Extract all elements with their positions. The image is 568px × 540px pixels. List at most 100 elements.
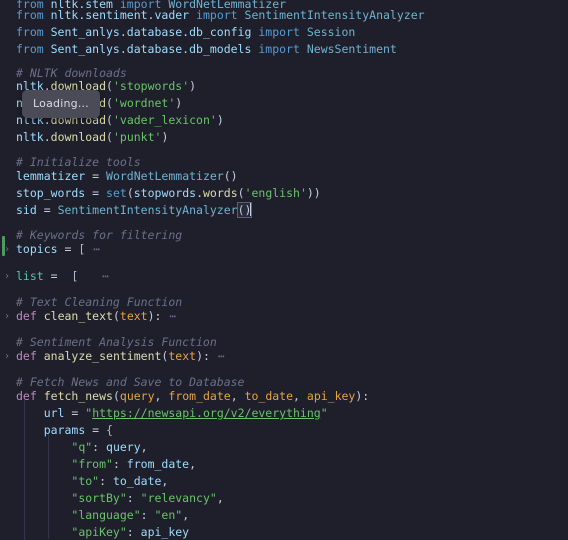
code-token: fetch_news	[43, 389, 113, 403]
code-editor[interactable]: › › › › from nltk.stem import WordNetLemmat…	[0, 0, 568, 540]
code-token: set	[106, 186, 127, 200]
fold-chevron-icon[interactable]: ›	[4, 268, 13, 285]
code-line[interactable]: params = {	[16, 422, 113, 439]
code-line[interactable]: list = [ ⋯	[16, 268, 110, 285]
fold-chevron-icon[interactable]: ›	[4, 348, 13, 365]
code-line[interactable]: lemmatizer = WordNetLemmatizer()	[16, 168, 238, 185]
code-token: nltk	[16, 130, 44, 144]
code-token: ⋯	[209, 349, 226, 363]
code-token: to_date	[112, 474, 162, 488]
code-token: clean_text	[43, 309, 113, 323]
code-token: =	[85, 423, 107, 437]
code-token: from_date	[126, 457, 190, 471]
code-token: :	[140, 508, 155, 522]
code-token: (	[237, 186, 245, 200]
code-line[interactable]: def analyze_sentiment(text): ⋯	[16, 348, 226, 365]
code-token: import	[258, 25, 300, 39]
code-token: (	[106, 79, 113, 93]
code-token: :	[99, 474, 113, 488]
code-token: "apiKey"	[71, 525, 127, 539]
code-token: ⋯	[161, 309, 178, 323]
code-token: def	[16, 309, 37, 323]
code-line[interactable]: "to": to_date,	[16, 473, 168, 490]
code-token: Sent_anlys.database.db_config	[50, 25, 252, 39]
code-token: download	[50, 130, 107, 144]
code-token: =	[64, 406, 86, 420]
code-token: "	[320, 406, 328, 420]
code-line[interactable]: "q": query,	[16, 439, 148, 456]
code-token: =	[85, 186, 107, 200]
code-token: ,	[182, 508, 190, 522]
code-token: =	[43, 269, 72, 283]
code-token: WordNetLemmatizer	[106, 169, 224, 183]
code-line[interactable]: from Sent_anlys.database.db_models impor…	[16, 41, 397, 58]
code-token: 'stopwords'	[112, 79, 190, 93]
code-token: ,	[140, 440, 148, 454]
code-token: =	[85, 169, 107, 183]
fold-chevron-icon[interactable]: ›	[4, 241, 13, 258]
code-token: "q"	[71, 440, 93, 454]
code-token: ):	[147, 309, 162, 323]
code-line[interactable]: "from": from_date,	[16, 456, 196, 473]
code-token: 'vader_lexicon'	[112, 113, 217, 127]
code-token: "language"	[71, 508, 141, 522]
code-line[interactable]: def fetch_news(query, from_date, to_date…	[16, 388, 369, 405]
code-line[interactable]: stop_words = set(stopwords.words('englis…	[16, 185, 321, 202]
code-token: ,	[189, 457, 197, 471]
code-line[interactable]: sid = SentimentIntensityAnalyzer()	[16, 202, 253, 219]
fold-chevron-icon[interactable]: ›	[4, 308, 13, 325]
code-line[interactable]: topics = [ ⋯	[16, 241, 101, 258]
code-token: analyze_sentiment	[43, 349, 162, 363]
code-token: )	[216, 113, 224, 127]
code-line[interactable]: from Sent_anlys.database.db_config impor…	[16, 24, 355, 41]
code-token: # Fetch News and Save to Database	[16, 375, 245, 389]
code-token: ,	[230, 389, 245, 403]
code-token: =	[57, 242, 79, 256]
code-token: (	[112, 309, 120, 323]
code-token: sid	[16, 203, 37, 217]
code-line[interactable]: nltk.download('punkt')	[16, 129, 168, 146]
code-line[interactable]: "sortBy": "relevancy",	[16, 490, 223, 507]
code-token: )	[189, 79, 197, 93]
code-token: :	[112, 457, 127, 471]
code-token: 'wordnet'	[112, 96, 176, 110]
code-line[interactable]: url = "https://newsapi.org/v2/everything…	[16, 405, 328, 422]
code-line[interactable]: "apiKey": api_key	[16, 524, 189, 540]
code-token: nltk.sentiment.vader	[50, 8, 190, 22]
code-token: api_key	[140, 525, 190, 539]
code-token: text	[119, 309, 148, 323]
code-token: query	[106, 440, 141, 454]
code-token: ):	[196, 349, 210, 363]
code-token: "relevancy"	[140, 491, 217, 505]
code-token: # Initialize tools	[16, 155, 141, 169]
code-token: def	[16, 389, 37, 403]
code-line[interactable]: "language": "en",	[16, 507, 189, 524]
code-token: ):	[355, 389, 370, 403]
code-token: # Text Cleaning Function	[16, 295, 183, 309]
code-token: (	[112, 389, 120, 403]
code-line[interactable]: def clean_text(text): ⋯	[16, 308, 177, 325]
code-token: :	[126, 491, 141, 505]
code-token: .	[43, 130, 51, 144]
code-token: ,	[293, 389, 307, 403]
code-token: SentimentIntensityAnalyzer	[57, 203, 238, 217]
code-token: from	[16, 25, 51, 39]
code-token: =	[36, 203, 58, 217]
code-token: url	[43, 406, 65, 420]
code-token: to_date	[244, 389, 294, 403]
code-line[interactable]: from nltk.sentiment.vader import Sentime…	[16, 7, 425, 24]
code-token: from_date	[168, 389, 231, 403]
code-token: (	[106, 96, 113, 110]
code-token: ,	[161, 474, 169, 488]
code-token: def	[16, 349, 37, 363]
code-token: Sent_anlys.database.db_models	[50, 42, 252, 56]
